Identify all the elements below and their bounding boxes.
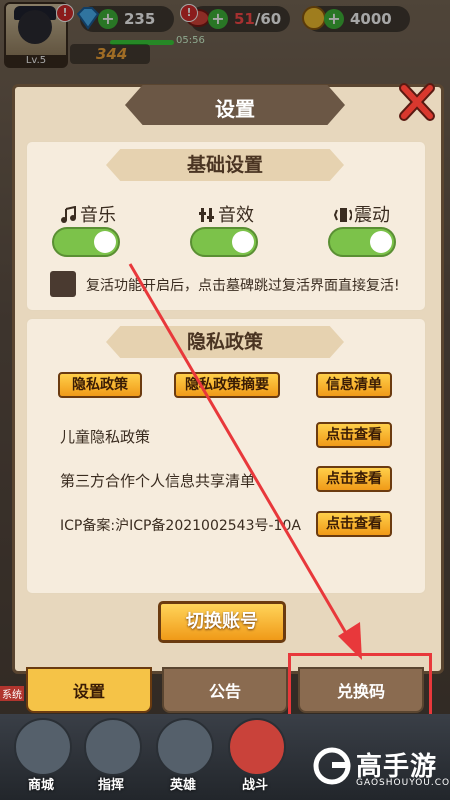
vibrate-label: 震动 <box>354 205 390 226</box>
nav-shop-label: 商城 <box>27 778 54 793</box>
close-icon[interactable] <box>398 82 436 122</box>
command-icon <box>84 718 142 776</box>
revive-description: 复活功能开启后，点击墓碑跳过复活界面直接复活! <box>86 278 400 294</box>
nav-command-label: 指挥 <box>97 778 124 793</box>
sound-effect-icon <box>199 208 214 222</box>
third-party-label: 第三方合作个人信息共享清单 <box>60 472 256 490</box>
child-privacy-view-button[interactable]: 点击查看 <box>316 422 392 448</box>
nav-battle-label: 战斗 <box>241 778 268 793</box>
child-privacy-label: 儿童隐私政策 <box>60 428 151 446</box>
sfx-label: 音效 <box>218 205 254 226</box>
nav-heroes[interactable]: 英雄 <box>150 714 216 800</box>
sfx-setting: 音效 <box>198 201 254 227</box>
privacy-section <box>26 318 426 594</box>
side-label: 系统 <box>0 686 24 701</box>
privacy-header: 隐私政策 <box>106 326 344 358</box>
dialog-title: 设置 <box>215 97 255 121</box>
tab-settings[interactable]: 设置 <box>26 667 152 713</box>
tab-notice[interactable]: 公告 <box>162 667 288 713</box>
nav-battle[interactable]: 战斗 <box>222 714 288 800</box>
vibrate-icon <box>334 208 352 222</box>
icp-view-button[interactable]: 点击查看 <box>316 511 392 537</box>
sfx-toggle[interactable] <box>190 227 258 257</box>
nav-command[interactable]: 指挥 <box>78 714 144 800</box>
toggle-knob <box>370 231 392 253</box>
icp-label: ICP备案:沪ICP备2021002543号-10A <box>60 518 301 534</box>
shop-icon <box>14 718 72 776</box>
redeem-highlight-box <box>288 653 432 720</box>
vibrate-toggle[interactable] <box>328 227 396 257</box>
music-setting: 音乐 <box>60 201 116 227</box>
toggle-knob <box>232 231 254 253</box>
toggle-knob <box>94 231 116 253</box>
music-note-icon <box>61 206 76 223</box>
basic-settings-header: 基础设置 <box>106 149 344 181</box>
vibrate-setting: 震动 <box>334 201 390 227</box>
music-toggle[interactable] <box>52 227 120 257</box>
battle-icon <box>228 718 286 776</box>
privacy-summary-button[interactable]: 隐私政策摘要 <box>174 372 280 398</box>
privacy-policy-button[interactable]: 隐私政策 <box>58 372 142 398</box>
switch-account-button[interactable]: 切换账号 <box>158 601 286 643</box>
music-label: 音乐 <box>80 205 116 226</box>
watermark-url: GAOSHOUYOU.COM <box>356 778 450 788</box>
revive-checkbox[interactable] <box>50 271 76 297</box>
nav-heroes-label: 英雄 <box>169 778 196 793</box>
heroes-icon <box>156 718 214 776</box>
third-party-view-button[interactable]: 点击查看 <box>316 466 392 492</box>
gaoshouyou-logo-icon <box>313 747 351 785</box>
nav-shop[interactable]: 商城 <box>8 714 74 800</box>
info-list-button[interactable]: 信息清单 <box>316 372 392 398</box>
